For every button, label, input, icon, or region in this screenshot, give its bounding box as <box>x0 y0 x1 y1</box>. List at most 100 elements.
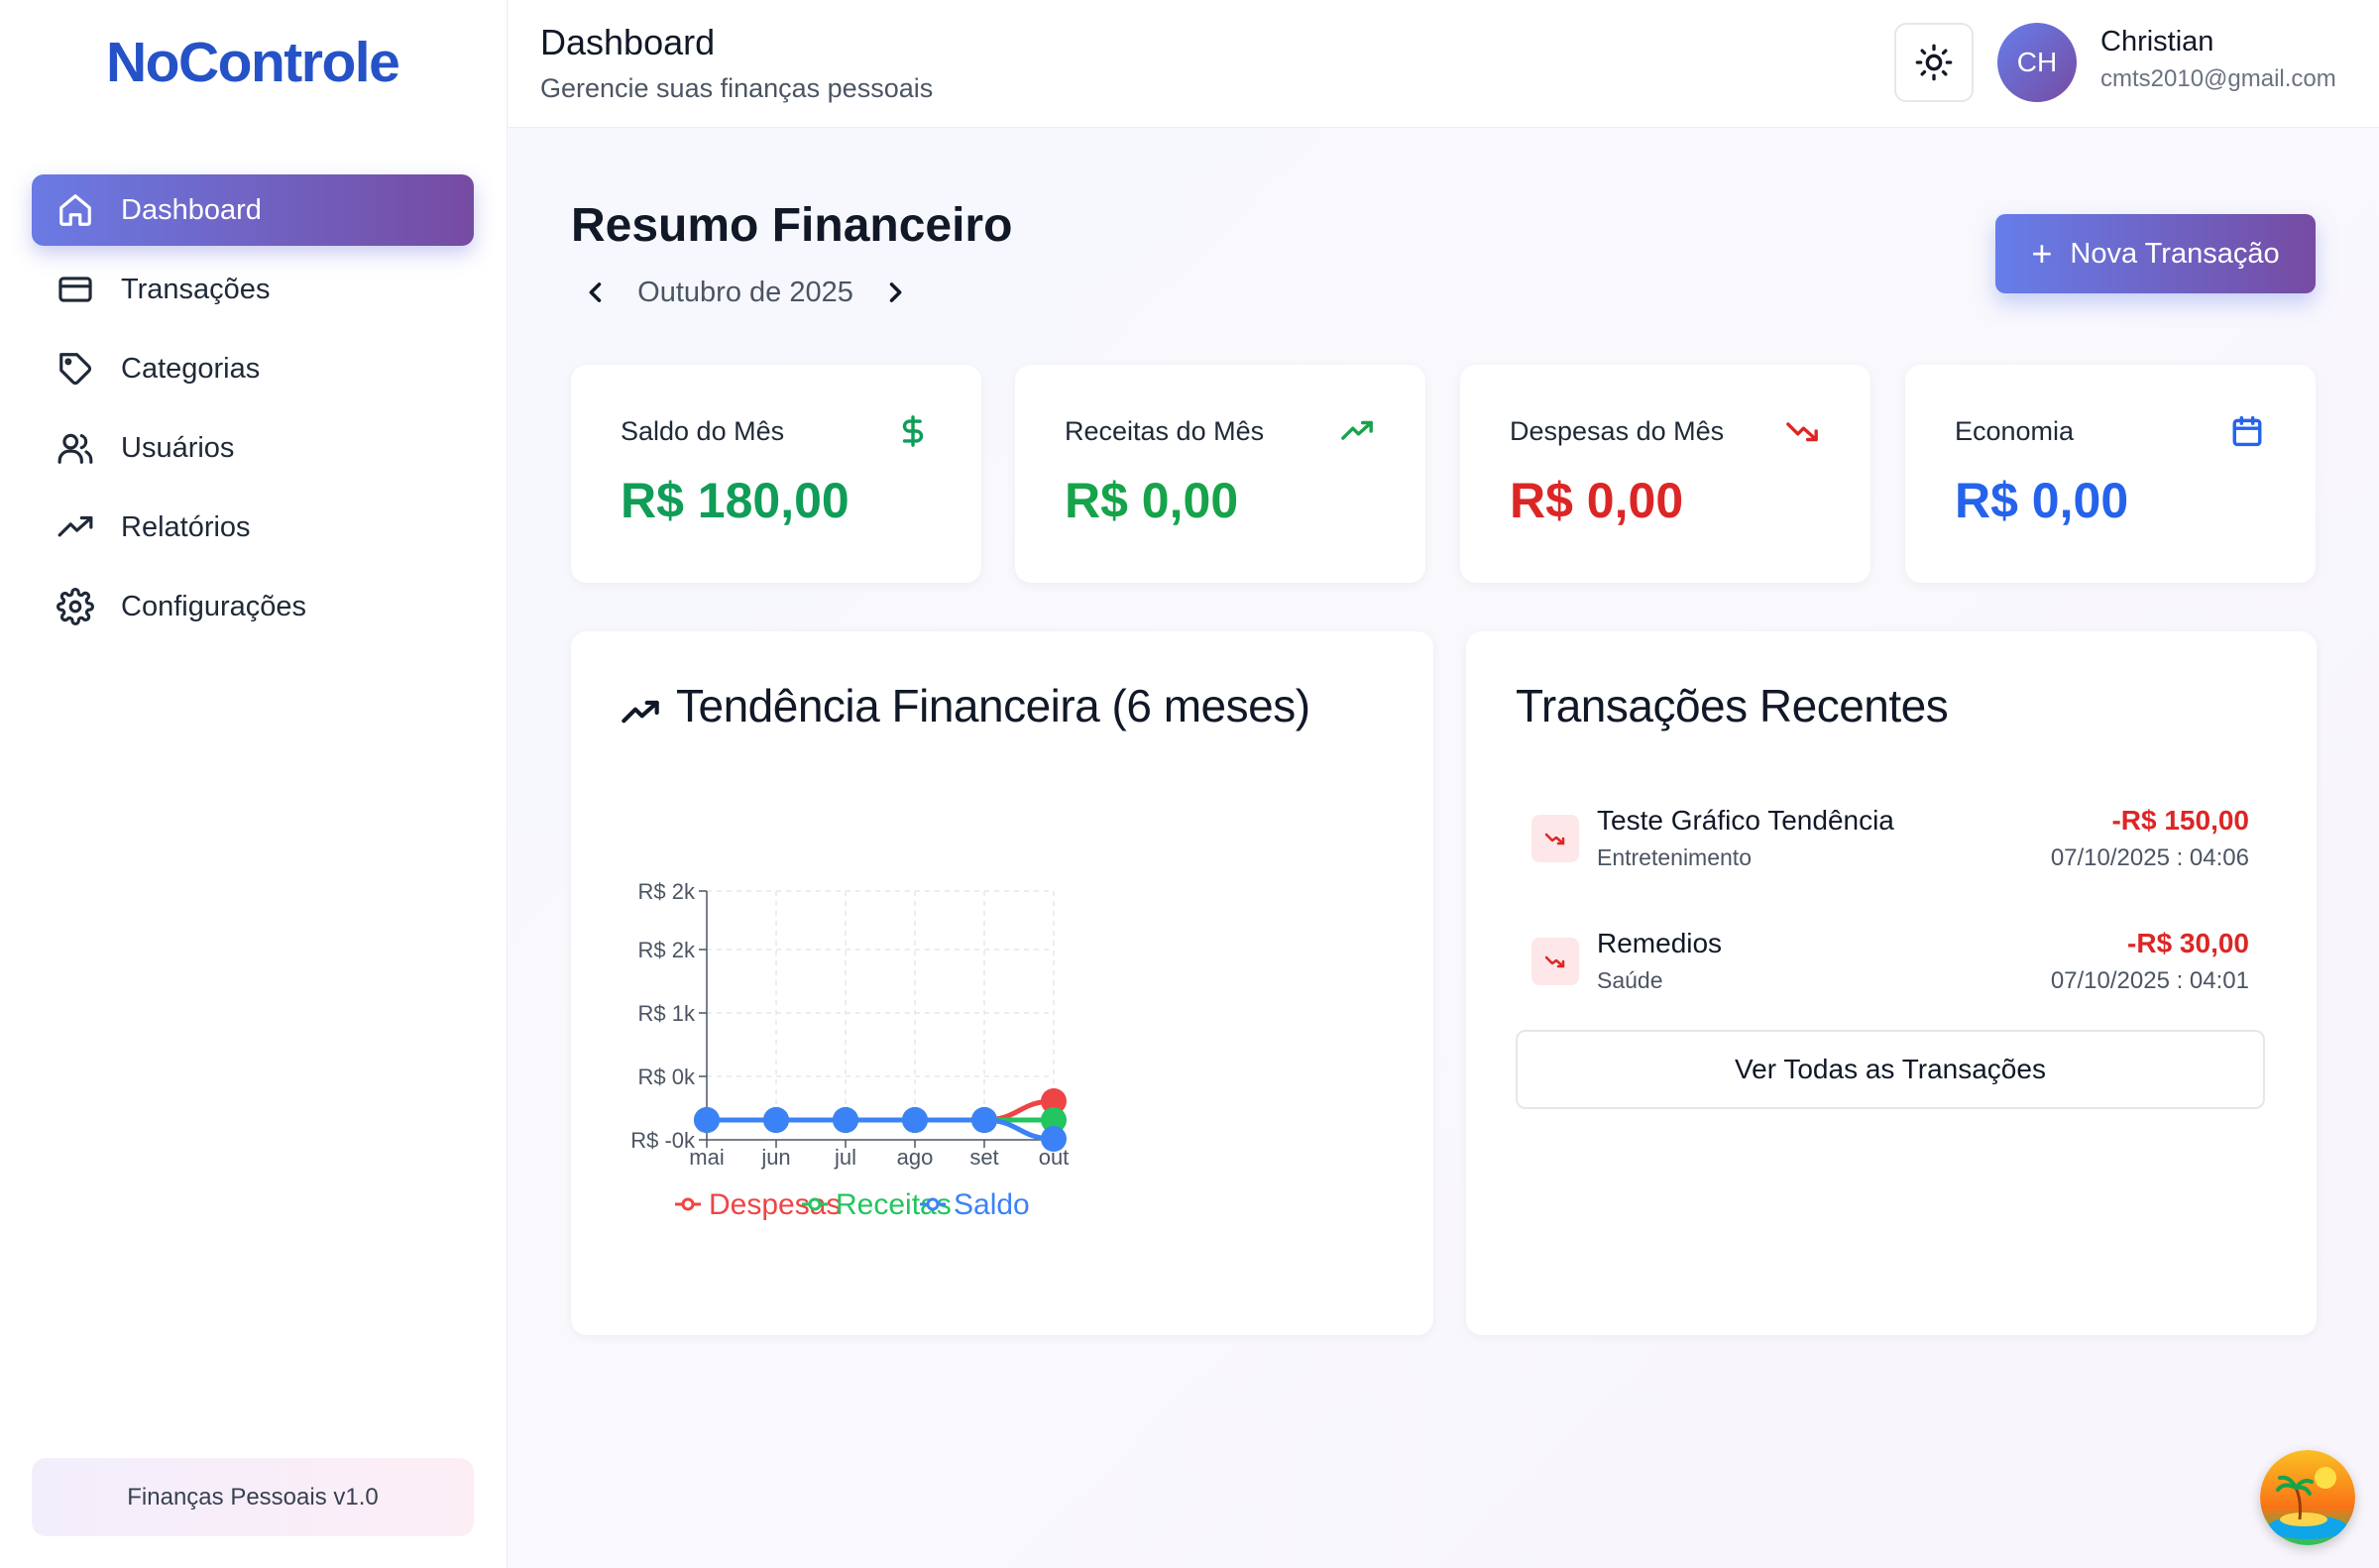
trending-up-icon <box>56 507 95 547</box>
trending-up-icon <box>1340 414 1374 448</box>
stat-value: R$ 0,00 <box>1955 473 2129 528</box>
stat-label: Receitas do Mês <box>1065 416 1265 446</box>
data-point-saldo <box>694 1107 720 1133</box>
transaction-category: Saúde <box>1597 967 1663 993</box>
page-title: Resumo Financeiro <box>571 199 1013 252</box>
trending-down-icon <box>1531 938 1579 985</box>
recent-transactions-title: Transações Recentes <box>1516 680 1949 731</box>
top-header: Dashboard Gerencie suas finanças pessoai… <box>509 0 2379 128</box>
y-tick-label: R$ 1k <box>638 1001 696 1026</box>
data-point-saldo <box>902 1107 928 1133</box>
sidebar-item-configuracoes[interactable]: Configurações <box>32 571 474 642</box>
calendar-icon <box>2230 414 2264 448</box>
trending-down-icon <box>1785 414 1819 448</box>
series-line-despesas <box>707 1098 1055 1123</box>
legend-marker-dot <box>681 1197 695 1211</box>
sidebar-item-dashboard[interactable]: Dashboard <box>32 174 474 246</box>
beach-avatar-button[interactable] <box>2260 1450 2355 1545</box>
legend-marker-dot <box>808 1197 822 1211</box>
sidebar-item-categorias[interactable]: Categorias <box>32 333 474 404</box>
y-tick-label: R$ -0k <box>630 1128 696 1153</box>
sidebar-item-transacoes[interactable]: Transações <box>32 254 474 325</box>
tag-icon <box>56 349 95 389</box>
transaction-name: Teste Gráfico Tendência <box>1597 805 1894 836</box>
stat-value: R$ 0,00 <box>1065 473 1239 528</box>
current-month: Outubro de 2025 <box>637 276 853 308</box>
x-tick-label: ago <box>897 1145 934 1170</box>
home-icon <box>56 190 95 230</box>
data-point-saldo <box>833 1107 858 1133</box>
sidebar-item-label: Usuários <box>121 431 235 464</box>
y-tick-label: R$ 0k <box>638 1064 696 1089</box>
y-tick-label: R$ 2k <box>638 879 696 904</box>
stat-value: R$ 180,00 <box>621 473 850 528</box>
stat-card-saldo: Saldo do Mês R$ 180,00 <box>571 365 981 583</box>
avatar[interactable]: CH <box>1997 23 2077 102</box>
transaction-category: Entretenimento <box>1597 844 1752 870</box>
beach-icon <box>2260 1450 2355 1545</box>
x-tick-label: jul <box>834 1145 856 1170</box>
data-point-saldo <box>1041 1126 1067 1152</box>
chart-title: Tendência Financeira (6 meses) <box>676 680 1310 731</box>
stat-label: Economia <box>1955 416 2075 446</box>
series-line-saldo <box>707 1117 1055 1142</box>
gear-icon <box>56 587 95 626</box>
x-tick-label: set <box>969 1145 998 1170</box>
new-transaction-label: Nova Transação <box>2070 237 2280 270</box>
previous-month-button[interactable] <box>571 268 621 317</box>
sidebar-item-usuarios[interactable]: Usuários <box>32 412 474 484</box>
transaction-amount: -R$ 150,00 <box>2111 805 2249 836</box>
transaction-date: 07/10/2025 : 04:01 <box>2050 967 2249 994</box>
chevron-left-icon <box>589 282 602 302</box>
list-item[interactable]: Teste Gráfico Tendência Entretenimento -… <box>1516 793 2267 892</box>
legend-marker-dot <box>926 1197 940 1211</box>
transaction-amount: -R$ 30,00 <box>2127 928 2249 958</box>
plus-icon: + <box>2031 233 2053 274</box>
stat-label: Despesas do Mês <box>1510 416 1725 446</box>
transaction-name: Remedios <box>1597 928 1723 958</box>
data-point-saldo <box>763 1107 789 1133</box>
user-name: Christian <box>2100 26 2214 57</box>
sidebar-item-label: Categorias <box>121 352 261 385</box>
stat-card-receitas: Receitas do Mês R$ 0,00 <box>1015 365 1425 583</box>
stat-card-despesas: Despesas do Mês R$ 0,00 <box>1460 365 1870 583</box>
x-tick-label: jun <box>760 1145 790 1170</box>
next-month-button[interactable] <box>870 268 920 317</box>
sidebar-item-label: Relatórios <box>121 510 251 543</box>
credit-card-icon <box>56 270 95 309</box>
x-tick-label: mai <box>689 1145 724 1170</box>
trending-up-icon <box>621 693 660 732</box>
trend-line-chart: R$ 2k R$ 2k R$ 1k R$ 0k R$ -0kmai jun jul ago se… <box>630 879 1069 1221</box>
sidebar-nav: Dashboard Transações Categorias Usuários… <box>32 174 474 650</box>
transaction-date: 07/10/2025 : 04:06 <box>2050 844 2249 871</box>
sidebar-item-label: Transações <box>121 273 271 305</box>
users-icon <box>56 428 95 468</box>
sidebar-item-relatorios[interactable]: Relatórios <box>32 492 474 563</box>
see-all-transactions-button[interactable]: Ver Todas as Transações <box>1516 1030 2265 1109</box>
header-title: Dashboard <box>540 22 716 62</box>
theme-toggle-button[interactable] <box>1894 23 1974 102</box>
list-item[interactable]: Remedios Saúde -R$ 30,00 07/10/2025 : 04… <box>1516 916 2267 1015</box>
recent-transactions-card: Transações Recentes Teste Gráfico Tendên… <box>1466 631 2317 1335</box>
header-subtitle: Gerencie suas finanças pessoais <box>540 73 934 103</box>
sidebar-item-label: Dashboard <box>121 193 262 226</box>
main-content: Resumo Financeiro Outubro de 2025 + Nova… <box>509 129 2379 1568</box>
month-navigator: Outubro de 2025 <box>571 268 920 317</box>
sidebar: NoControle Dashboard Transações Categori… <box>0 0 508 1568</box>
chevron-right-icon <box>889 282 902 302</box>
y-tick-label: R$ 2k <box>638 938 696 962</box>
app-logo[interactable]: NoControle <box>106 30 400 95</box>
dollar-icon <box>896 414 930 448</box>
data-point-saldo <box>971 1107 997 1133</box>
user-email: cmts2010@gmail.com <box>2100 65 2336 92</box>
sun-icon <box>1915 44 1953 81</box>
legend-label: Saldo <box>954 1188 1030 1221</box>
stat-label: Saldo do Mês <box>621 416 785 446</box>
new-transaction-button[interactable]: + Nova Transação <box>1995 214 2316 293</box>
stat-card-economia: Economia R$ 0,00 <box>1905 365 2316 583</box>
stat-value: R$ 0,00 <box>1510 473 1684 528</box>
sidebar-item-label: Configurações <box>121 590 306 622</box>
trending-down-icon <box>1531 815 1579 862</box>
trend-chart-card: Tendência Financeira (6 meses) R$ 2k R$ 2… <box>571 631 1433 1335</box>
version-badge: Finanças Pessoais v1.0 <box>32 1458 474 1536</box>
